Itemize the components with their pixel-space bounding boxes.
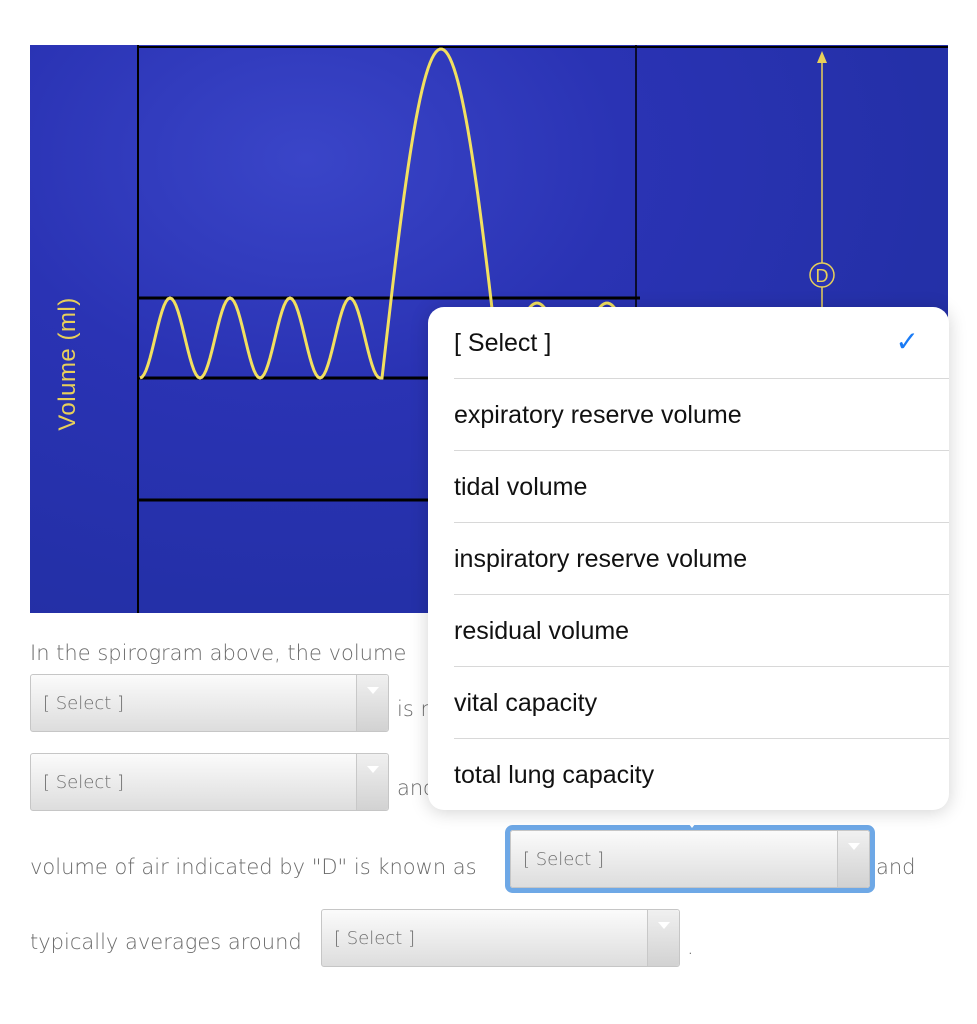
chevron-down-icon [356, 675, 388, 731]
dropdown-option-inspiratory-reserve-volume[interactable]: inspiratory reserve volume [454, 523, 949, 595]
dropdown-option-tidal-volume[interactable]: tidal volume [454, 451, 949, 523]
option-label: tidal volume [454, 473, 588, 501]
chevron-down-icon [837, 831, 869, 887]
option-label: inspiratory reserve volume [454, 545, 748, 573]
select-3[interactable]: [ Select ] [510, 830, 870, 888]
option-label: [ Select ] [454, 329, 552, 357]
chevron-down-icon [356, 754, 388, 810]
d-arrow-head [817, 51, 827, 63]
question-line-5: typically averages around [30, 930, 302, 954]
select-3-value: [ Select ] [523, 849, 605, 870]
select-1-value: [ Select ] [43, 693, 125, 714]
question-line-4-suffix: and [876, 855, 916, 879]
question-line-5-suffix: . [687, 935, 694, 959]
select-4[interactable]: [ Select ] [321, 909, 680, 967]
select-1[interactable]: [ Select ] [30, 674, 389, 732]
select-4-value: [ Select ] [334, 928, 416, 949]
select-2[interactable]: [ Select ] [30, 753, 389, 811]
dropdown-option-vital-capacity[interactable]: vital capacity [454, 667, 949, 739]
question-line-2-fragment: is r [397, 697, 430, 721]
option-label: expiratory reserve volume [454, 401, 742, 429]
select-2-value: [ Select ] [43, 772, 125, 793]
question-line-1: In the spirogram above, the volume [30, 641, 407, 665]
dropdown-popover: [ Select ] ✓ expiratory reserve volume t… [428, 307, 949, 810]
dropdown-option-total-lung-capacity[interactable]: total lung capacity [454, 739, 949, 811]
chevron-down-icon [647, 910, 679, 966]
dropdown-option-expiratory-reserve-volume[interactable]: expiratory reserve volume [454, 379, 949, 451]
option-label: total lung capacity [454, 761, 655, 789]
dropdown-option-select[interactable]: [ Select ] ✓ [454, 307, 949, 379]
dropdown-option-residual-volume[interactable]: residual volume [454, 595, 949, 667]
y-axis-label: Volume (ml) [54, 297, 81, 431]
question-line-4: volume of air indicated by "D" is known … [30, 855, 477, 879]
option-label: vital capacity [454, 689, 598, 717]
option-label: residual volume [454, 617, 630, 645]
checkmark-icon: ✓ [895, 326, 919, 357]
d-marker-label: D [816, 266, 829, 286]
